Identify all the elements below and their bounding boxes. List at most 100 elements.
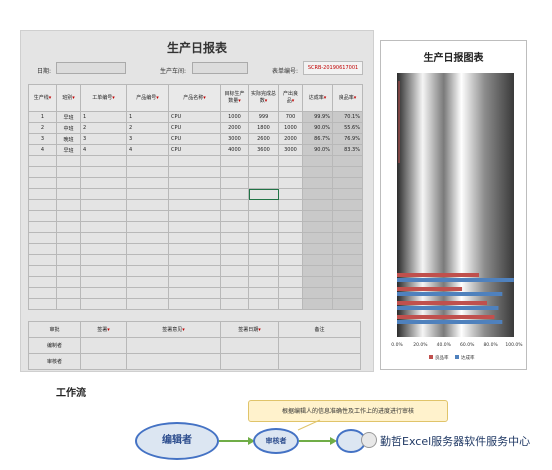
- cell[interactable]: [278, 199, 303, 211]
- cell[interactable]: [28, 155, 57, 167]
- cell[interactable]: 2600: [248, 133, 279, 145]
- cell[interactable]: [56, 166, 81, 178]
- cell[interactable]: [248, 166, 279, 178]
- cell[interactable]: [80, 232, 127, 244]
- cell[interactable]: [56, 232, 81, 244]
- cell[interactable]: [220, 243, 249, 255]
- cell[interactable]: [220, 265, 249, 277]
- cell[interactable]: 700: [278, 111, 303, 123]
- cell[interactable]: 4000: [220, 144, 249, 156]
- cell[interactable]: [80, 188, 127, 200]
- cell[interactable]: [56, 199, 81, 211]
- cell[interactable]: [278, 210, 303, 222]
- cell[interactable]: [220, 188, 249, 200]
- col-header[interactable]: 产品编号▾: [126, 84, 169, 112]
- cell[interactable]: 2000: [278, 133, 303, 145]
- cell[interactable]: [278, 337, 361, 354]
- cell[interactable]: 中班: [56, 122, 81, 134]
- cell[interactable]: [80, 353, 127, 370]
- cell[interactable]: [220, 276, 249, 288]
- col-header[interactable]: 实际完成总数▾: [248, 84, 279, 112]
- cell[interactable]: CPU: [168, 133, 221, 145]
- cell[interactable]: [28, 254, 57, 266]
- cell[interactable]: 83.3%: [332, 144, 363, 156]
- cell[interactable]: [220, 254, 249, 266]
- cell[interactable]: [302, 276, 333, 288]
- cell[interactable]: 2: [28, 122, 57, 134]
- cell[interactable]: [278, 353, 361, 370]
- cell[interactable]: [56, 298, 81, 310]
- cell[interactable]: [126, 254, 169, 266]
- cell[interactable]: [126, 232, 169, 244]
- workflow-node-reviewer[interactable]: 审核者: [253, 428, 299, 454]
- cell[interactable]: 2: [126, 122, 169, 134]
- cell[interactable]: [56, 221, 81, 233]
- cell[interactable]: [248, 265, 279, 277]
- cell[interactable]: [168, 243, 221, 255]
- cell[interactable]: [28, 199, 57, 211]
- cell[interactable]: [56, 254, 81, 266]
- cell[interactable]: [56, 177, 81, 189]
- col-header[interactable]: 产品名称▾: [168, 84, 221, 112]
- cell[interactable]: [220, 287, 249, 299]
- cell[interactable]: [56, 265, 81, 277]
- cell[interactable]: [80, 177, 127, 189]
- cell[interactable]: [28, 287, 57, 299]
- cell[interactable]: [248, 221, 279, 233]
- cell[interactable]: [332, 265, 363, 277]
- col-header[interactable]: 班别▾: [56, 84, 81, 112]
- cell[interactable]: [248, 177, 279, 189]
- cell[interactable]: 70.1%: [332, 111, 363, 123]
- cell[interactable]: 3000: [278, 144, 303, 156]
- cell[interactable]: [248, 155, 279, 167]
- cell[interactable]: [220, 298, 249, 310]
- cell[interactable]: [28, 166, 57, 178]
- cell[interactable]: 4: [28, 144, 57, 156]
- cell[interactable]: [302, 166, 333, 178]
- cell[interactable]: [126, 188, 169, 200]
- cell[interactable]: [248, 210, 279, 222]
- cell[interactable]: [332, 287, 363, 299]
- cell[interactable]: [332, 298, 363, 310]
- cell[interactable]: [248, 188, 279, 200]
- cell[interactable]: [56, 243, 81, 255]
- cell[interactable]: 早班: [56, 111, 81, 123]
- cell[interactable]: [302, 155, 333, 167]
- cell[interactable]: 3600: [248, 144, 279, 156]
- cell[interactable]: 4: [80, 144, 127, 156]
- cell[interactable]: [278, 243, 303, 255]
- cell[interactable]: [126, 337, 221, 354]
- cell[interactable]: [248, 232, 279, 244]
- cell[interactable]: [168, 155, 221, 167]
- cell[interactable]: [302, 177, 333, 189]
- cell[interactable]: [80, 276, 127, 288]
- cell[interactable]: [168, 166, 221, 178]
- cell[interactable]: CPU: [168, 122, 221, 134]
- cell[interactable]: [126, 243, 169, 255]
- cell[interactable]: [28, 221, 57, 233]
- cell[interactable]: [332, 177, 363, 189]
- cell[interactable]: [302, 221, 333, 233]
- cell[interactable]: 55.6%: [332, 122, 363, 134]
- col-header[interactable]: 达成率▾: [302, 84, 333, 112]
- cell[interactable]: [278, 221, 303, 233]
- cell[interactable]: [220, 155, 249, 167]
- cell[interactable]: [278, 166, 303, 178]
- cell[interactable]: [220, 166, 249, 178]
- cell[interactable]: 1800: [248, 122, 279, 134]
- col-header[interactable]: 良品率▾: [332, 84, 363, 112]
- cell[interactable]: [80, 254, 127, 266]
- cell[interactable]: [126, 265, 169, 277]
- cell[interactable]: [28, 276, 57, 288]
- col-header[interactable]: 产出良品▾: [278, 84, 303, 112]
- col-header[interactable]: 目标生产数量▾: [220, 84, 249, 112]
- cell[interactable]: [56, 155, 81, 167]
- cell[interactable]: [302, 199, 333, 211]
- cell[interactable]: [278, 254, 303, 266]
- cell[interactable]: CPU: [168, 111, 221, 123]
- cell[interactable]: [220, 177, 249, 189]
- cell[interactable]: [126, 210, 169, 222]
- cell[interactable]: 2: [80, 122, 127, 134]
- cell[interactable]: [168, 298, 221, 310]
- cell[interactable]: [248, 287, 279, 299]
